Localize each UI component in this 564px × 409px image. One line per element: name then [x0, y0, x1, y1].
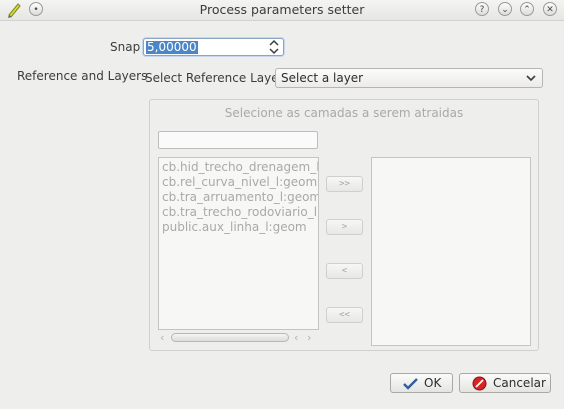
maximize-icon[interactable]: ⌃ — [520, 2, 534, 16]
checkmark-icon — [403, 378, 418, 390]
scroll-left-icon[interactable]: ‹ — [294, 331, 298, 345]
reference-layer-combo[interactable]: Select a layer — [275, 68, 543, 88]
reference-layer-value: Select a layer — [281, 71, 364, 85]
cancel-label: Cancelar — [493, 376, 546, 390]
cancel-icon — [472, 376, 487, 391]
list-item[interactable]: cb.tra_arruamento_l:geom — [162, 190, 318, 204]
snap-label: Snap — [110, 40, 141, 54]
cancel-button[interactable]: Cancelar — [459, 373, 551, 393]
snap-value[interactable]: 5,00000 — [146, 41, 198, 54]
list-item[interactable]: cb.tra_trecho_rodoviario_l:geom — [162, 205, 318, 219]
available-layers-list[interactable]: cb.hid_trecho_drenagem_l:geom cb.rel_cur… — [158, 157, 319, 330]
move-all-left-button[interactable]: << — [326, 307, 363, 323]
list-item[interactable]: cb.hid_trecho_drenagem_l:geom — [162, 160, 318, 174]
minimize-icon[interactable]: ⌄ — [498, 2, 512, 16]
reference-layers-label: Reference and Layers — [17, 69, 148, 83]
close-icon[interactable]: ✕ — [543, 2, 557, 16]
help-icon[interactable]: ? — [475, 2, 489, 16]
selected-layers-list[interactable] — [371, 157, 531, 346]
chevron-down-icon — [526, 75, 536, 82]
snap-spinbox[interactable]: 5,00000 — [143, 38, 284, 56]
list-item[interactable]: public.aux_linha_l:geom — [162, 220, 307, 234]
list-item[interactable]: cb.rel_curva_nivel_l:geom — [162, 175, 317, 189]
move-all-right-button[interactable]: >> — [326, 176, 363, 192]
move-left-button[interactable]: < — [326, 263, 363, 279]
scrollbar-thumb[interactable] — [171, 333, 289, 342]
ok-button[interactable]: OK — [390, 373, 453, 393]
layer-filter-input[interactable] — [158, 131, 318, 149]
move-right-button[interactable]: > — [326, 219, 363, 235]
ok-label: OK — [424, 376, 442, 390]
scroll-right-icon[interactable]: › — [307, 331, 311, 345]
scroll-left-icon[interactable]: ‹ — [160, 331, 164, 345]
title-bar: • Process parameters setter ? ⌄ ⌃ ✕ — [0, 0, 564, 21]
select-reference-layer-label: Select Reference Layer — [145, 71, 284, 85]
spin-arrows-icon[interactable] — [269, 39, 279, 55]
group-title: Selecione as camadas a serem atraidas — [224, 106, 464, 120]
horizontal-scrollbar[interactable]: ‹ ‹ › — [158, 331, 319, 345]
